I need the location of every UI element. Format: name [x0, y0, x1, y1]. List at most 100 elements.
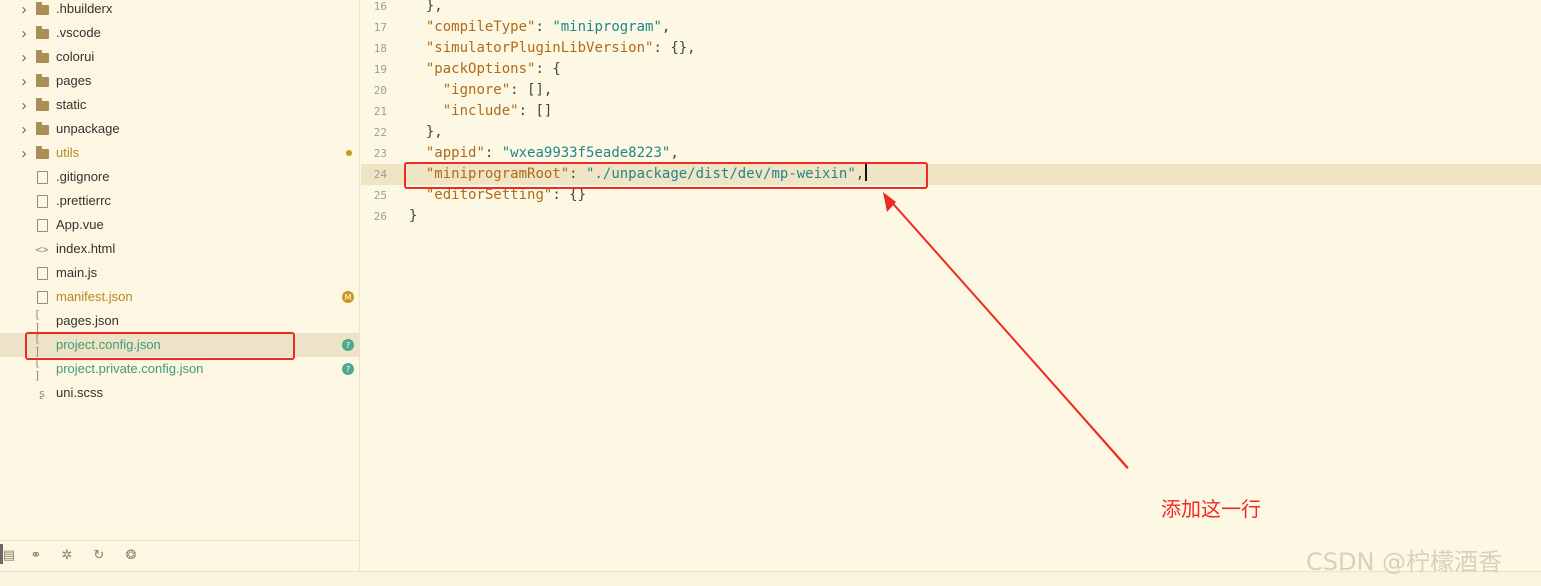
tree-folder[interactable]: › pages — [0, 69, 359, 93]
tree-item-label: .gitignore — [56, 169, 110, 184]
tree-file[interactable]: manifest.json M — [0, 285, 359, 309]
line-number: 24 — [373, 168, 387, 181]
json-key: compileType — [434, 19, 528, 35]
tree-file[interactable]: [ ] pages.json — [0, 308, 359, 334]
binoculars-icon[interactable]: ⚭ — [27, 547, 45, 563]
tree-item-label: uni.scss — [56, 385, 103, 400]
code-text: "compileType": "miniprogram", — [425, 19, 671, 35]
js-file-icon — [34, 261, 50, 285]
line-number: 25 — [373, 189, 387, 202]
html-file-icon: <> — [35, 242, 49, 256]
json-value: [] — [535, 103, 553, 119]
vue-file-icon — [34, 213, 50, 237]
tree-item-label: .vscode — [56, 25, 101, 40]
tree-folder[interactable]: › unpackage — [0, 117, 359, 141]
sidebar-toolbar: ▤ ⚭ ✲ ↻ ❂ — [0, 540, 359, 568]
code-line[interactable]: 16 }, — [361, 0, 1541, 17]
code-line[interactable]: 26} — [361, 206, 1541, 227]
line-number: 21 — [373, 105, 387, 118]
tree-item-label: colorui — [56, 49, 95, 64]
json-file-icon: [ ] — [34, 308, 41, 334]
json-value: { — [552, 61, 561, 77]
code-text: }, — [409, 0, 443, 14]
settings-file-icon — [34, 285, 50, 309]
tree-item-label: .hbuilderx — [56, 1, 113, 16]
line-number: 20 — [373, 84, 387, 97]
bug-icon[interactable]: ✲ — [58, 547, 76, 563]
chevron-right-icon[interactable]: › — [19, 141, 29, 165]
folder-icon — [34, 0, 50, 21]
code-line[interactable]: 21 "include": [] — [361, 101, 1541, 122]
file-explorer-sidebar: › .hbuilderx › .vscode › colorui › pages › static… — [0, 0, 360, 586]
line-number: 17 — [373, 21, 387, 34]
code-text: } — [409, 208, 418, 224]
plugin-icon[interactable]: ❂ — [122, 547, 140, 563]
code-text: }, — [409, 124, 443, 140]
code-line[interactable]: 18 "simulatorPluginLibVersion": {}, — [361, 38, 1541, 59]
chevron-right-icon[interactable]: › — [19, 0, 29, 21]
highlight-box-file — [25, 332, 295, 360]
line-number: 23 — [373, 147, 387, 160]
tree-file[interactable]: [ ] project.private.config.json? — [0, 356, 359, 382]
json-key: simulatorPluginLibVersion — [434, 40, 646, 56]
untracked-badge: ? — [342, 339, 354, 351]
chevron-right-icon[interactable]: › — [19, 93, 29, 117]
tree-item-label: main.js — [56, 265, 98, 280]
folder-icon — [34, 45, 50, 69]
chevron-right-icon[interactable]: › — [19, 21, 29, 45]
tree-item-label: manifest.json — [56, 289, 133, 304]
tree-file[interactable]: <> index.html — [0, 237, 359, 261]
tree-file[interactable]: ʂ uni.scss — [0, 381, 359, 405]
json-key: include — [451, 103, 511, 119]
code-editor[interactable]: 16 }, 17 "compileType": "miniprogram", 18 … — [361, 0, 1541, 571]
tree-item-label: App.vue — [56, 217, 104, 232]
json-value: "wxea9933f5eade8223" — [501, 145, 671, 161]
code-line[interactable]: 17 "compileType": "miniprogram", — [361, 17, 1541, 38]
watermark: CSDN @柠檬酒香 — [1306, 548, 1503, 576]
line-number: 26 — [373, 210, 387, 223]
tree-folder[interactable]: › utils — [0, 141, 359, 165]
code-text: "ignore": [], — [442, 82, 553, 98]
tree-item-label: project.private.config.json — [56, 361, 204, 376]
folder-icon — [34, 21, 50, 45]
json-file-icon: [ ] — [34, 356, 41, 382]
file-icon — [34, 165, 50, 189]
tree-item-label: pages — [56, 73, 92, 88]
code-text: "appid": "wxea9933f5eade8223", — [425, 145, 679, 161]
json-key: editorSetting — [434, 187, 544, 203]
tree-item-label: static — [56, 97, 87, 112]
folder-icon — [34, 69, 50, 93]
refresh-search-icon[interactable]: ↻ — [90, 547, 108, 563]
code-line[interactable]: 20 "ignore": [], — [361, 80, 1541, 101]
tree-folder[interactable]: › static — [0, 93, 359, 117]
tree-item-label: index.html — [56, 241, 116, 256]
tree-file[interactable]: main.js — [0, 261, 359, 285]
json-key: packOptions — [434, 61, 528, 77]
tree-folder[interactable]: › colorui — [0, 45, 359, 69]
json-value: {} — [569, 187, 587, 203]
code-line[interactable]: 23 "appid": "wxea9933f5eade8223", — [361, 143, 1541, 164]
chevron-right-icon[interactable]: › — [19, 69, 29, 93]
highlight-box-line — [404, 162, 928, 189]
project-icon[interactable]: ▤ — [0, 547, 18, 563]
json-key: ignore — [451, 82, 502, 98]
json-value: "miniprogram" — [552, 19, 662, 35]
chevron-right-icon[interactable]: › — [19, 117, 29, 141]
chevron-right-icon[interactable]: › — [19, 45, 29, 69]
tree-file[interactable]: App.vue — [0, 213, 359, 237]
folder-icon — [34, 141, 50, 165]
scss-file-icon: ʂ — [38, 386, 46, 400]
tree-file[interactable]: .prettierrc — [0, 189, 359, 213]
file-icon — [34, 189, 50, 213]
tree-folder[interactable]: › .hbuilderx — [0, 0, 359, 21]
code-text: "include": [] — [442, 103, 553, 119]
tree-folder[interactable]: › .vscode — [0, 21, 359, 45]
code-line[interactable]: 22 }, — [361, 122, 1541, 143]
modified-dot-icon — [346, 150, 352, 156]
code-line[interactable]: 19 "packOptions": { — [361, 59, 1541, 80]
tree-item-label: utils — [56, 145, 80, 160]
modified-badge: M — [342, 291, 354, 303]
folder-icon — [34, 93, 50, 117]
tree-file[interactable]: .gitignore — [0, 165, 359, 189]
json-key: appid — [434, 145, 477, 161]
